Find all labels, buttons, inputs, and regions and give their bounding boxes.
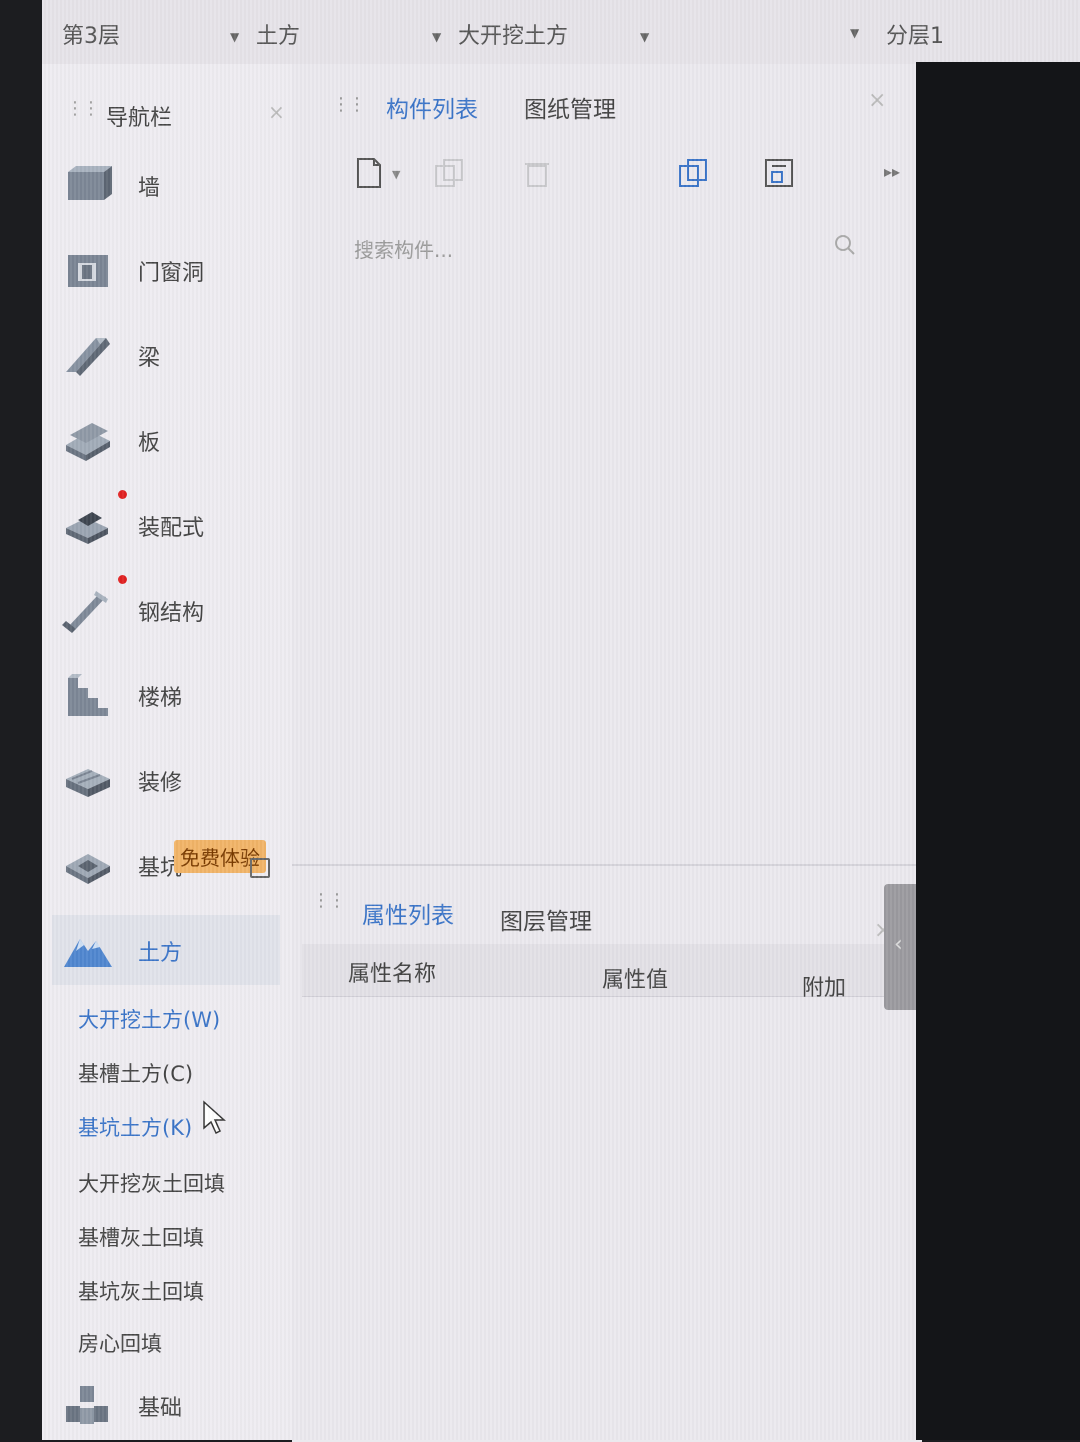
chevron-down-icon: ▼ bbox=[432, 30, 442, 44]
chevron-down-icon: ▼ bbox=[850, 26, 860, 40]
sub-item-trench-backfill[interactable]: 基槽灰土回填 bbox=[78, 1222, 204, 1252]
close-icon[interactable]: × bbox=[868, 88, 886, 113]
nav-item-label: 装修 bbox=[138, 771, 183, 796]
tab-drawing-management[interactable]: 图纸管理 bbox=[524, 90, 616, 124]
nav-item-label: 土方 bbox=[138, 941, 183, 966]
decoration-icon bbox=[66, 769, 110, 797]
nav-item-label: 板 bbox=[138, 431, 161, 456]
beam-icon bbox=[66, 338, 110, 376]
property-panel: ⋮⋮ 属性列表 图层管理 × 属性名称 属性值 附加 bbox=[292, 864, 922, 1442]
nav-item-foundation-pit[interactable]: 基坑 免费体验 bbox=[52, 830, 280, 900]
nav-item-label: 墙 bbox=[138, 176, 161, 201]
nav-item-label: 钢结构 bbox=[138, 601, 205, 626]
notification-dot bbox=[118, 575, 127, 584]
nav-item-prefab[interactable]: 装配式 bbox=[52, 490, 280, 560]
nav-item-beam[interactable]: 梁 bbox=[52, 320, 280, 390]
nav-item-decoration[interactable]: 装修 bbox=[52, 745, 280, 815]
prefab-icon bbox=[66, 512, 108, 544]
notification-dot bbox=[118, 490, 127, 499]
mouse-cursor-icon bbox=[203, 1100, 226, 1135]
sub-item-room-core-backfill[interactable]: 房心回填 bbox=[78, 1328, 162, 1358]
chevron-down-icon: ▼ bbox=[640, 30, 650, 44]
nav-item-stairs[interactable]: 楼梯 bbox=[52, 660, 280, 730]
component-type-dropdown[interactable]: 大开挖土方 ▼ bbox=[458, 18, 658, 54]
property-table-header: 属性名称 属性值 附加 bbox=[302, 944, 912, 1001]
nav-item-label: 基础 bbox=[138, 1396, 183, 1421]
foundation-icon bbox=[66, 1386, 108, 1424]
chevron-down-icon[interactable]: ▼ bbox=[392, 168, 400, 181]
floor-copy-icon[interactable] bbox=[762, 156, 796, 190]
tab-property-list[interactable]: 属性列表 bbox=[362, 896, 454, 930]
column-header-property-name: 属性名称 bbox=[348, 962, 437, 987]
foundation-pit-icon bbox=[66, 854, 110, 884]
nav-item-label: 门窗洞 bbox=[138, 261, 205, 286]
nav-item-label: 装配式 bbox=[138, 516, 205, 541]
sub-item-large-excavation-backfill[interactable]: 大开挖灰土回填 bbox=[78, 1168, 225, 1198]
floor-dropdown-value: 第3层 bbox=[62, 24, 120, 49]
sub-item-trench-earthwork[interactable]: 基槽土方(C) bbox=[78, 1058, 193, 1088]
drag-handle-icon[interactable]: ⋮⋮ bbox=[312, 892, 346, 910]
floor-dropdown[interactable]: 第3层 ▼ bbox=[62, 18, 242, 54]
component-list-panel: ⋮⋮ 构件列表 图纸管理 × ▼ ▸▸ 搜索构件... bbox=[292, 64, 932, 864]
earthwork-icon bbox=[64, 939, 112, 967]
search-icon[interactable] bbox=[832, 232, 858, 258]
category-dropdown-value: 土方 bbox=[256, 24, 301, 49]
navigation-panel: ⋮⋮ 导航栏 × 墙 门窗洞 梁 板 装配式 钢结构 楼梯 装修 基坑 免费体验… bbox=[42, 64, 292, 1440]
wall-icon bbox=[68, 166, 112, 200]
component-search[interactable]: 搜索构件... bbox=[354, 228, 874, 268]
tab-component-list[interactable]: 构件列表 bbox=[386, 90, 478, 124]
nav-item-label: 梁 bbox=[138, 346, 161, 371]
sub-item-large-excavation[interactable]: 大开挖土方(W) bbox=[78, 1004, 220, 1034]
nav-item-steel-structure[interactable]: 钢结构 bbox=[52, 575, 280, 645]
nav-item-wall[interactable]: 墙 bbox=[52, 150, 280, 220]
category-dropdown[interactable]: 土方 ▼ bbox=[256, 18, 441, 54]
copy-disabled-icon[interactable] bbox=[432, 156, 466, 190]
panel-collapse-handle[interactable]: ‹ bbox=[884, 884, 920, 1010]
nav-item-door-window[interactable]: 门窗洞 bbox=[52, 235, 280, 305]
navigation-title: 导航栏 bbox=[106, 106, 173, 131]
drag-handle-icon[interactable]: ⋮⋮ bbox=[66, 100, 100, 118]
drag-handle-icon[interactable]: ⋮⋮ bbox=[332, 96, 366, 114]
top-toolbar: 第3层 ▼ 土方 ▼ 大开挖土方 ▼ ▼ 分层1 bbox=[42, 0, 1080, 64]
slab-icon bbox=[66, 423, 110, 461]
nav-item-earthwork[interactable]: 土方 bbox=[52, 915, 280, 985]
layer-dropdown[interactable]: ▼ 分层1 bbox=[850, 18, 970, 54]
column-header-property-value: 属性值 bbox=[602, 968, 669, 993]
sub-item-pit-earthwork[interactable]: 基坑土方(K) bbox=[78, 1112, 192, 1142]
nav-item-label: 楼梯 bbox=[138, 686, 183, 711]
navigation-header: ⋮⋮ 导航栏 × bbox=[42, 64, 292, 132]
lock-icon bbox=[250, 858, 270, 878]
sub-item-pit-backfill[interactable]: 基坑灰土回填 bbox=[78, 1276, 204, 1306]
new-component-icon[interactable] bbox=[352, 156, 386, 190]
column-header-additional: 附加 bbox=[802, 976, 847, 1001]
nav-item-slab[interactable]: 板 bbox=[52, 405, 280, 475]
search-placeholder: 搜索构件... bbox=[354, 238, 454, 262]
layer-dropdown-value: 分层1 bbox=[886, 24, 944, 49]
steel-structure-icon bbox=[62, 591, 108, 633]
more-icon[interactable]: ▸▸ bbox=[884, 162, 900, 181]
tab-layer-management[interactable]: 图层管理 bbox=[500, 902, 592, 936]
chevron-left-icon: ‹ bbox=[894, 932, 903, 957]
close-icon[interactable]: × bbox=[268, 100, 285, 124]
duplicate-icon[interactable] bbox=[676, 156, 710, 190]
delete-disabled-icon[interactable] bbox=[520, 156, 554, 190]
nav-item-foundation[interactable]: 基础 bbox=[52, 1370, 280, 1440]
component-type-dropdown-value: 大开挖土方 bbox=[458, 24, 569, 49]
monitor-bezel bbox=[916, 62, 1080, 1440]
door-window-icon bbox=[68, 255, 108, 287]
chevron-down-icon: ▼ bbox=[230, 30, 240, 44]
stairs-icon bbox=[68, 674, 108, 716]
